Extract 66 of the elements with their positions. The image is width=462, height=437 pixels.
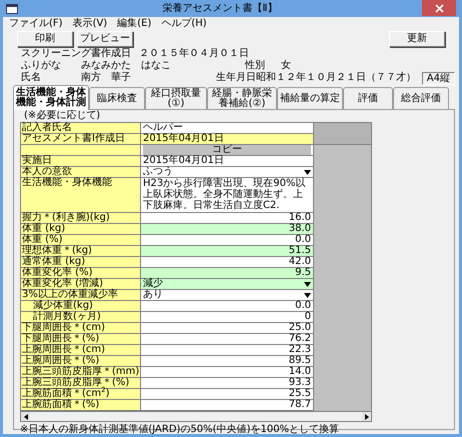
field-label: 体重変化率 (%): [21, 268, 141, 278]
menu-item[interactable]: ヘルプ(H): [161, 18, 207, 30]
tab[interactable]: 総合評価: [393, 87, 449, 109]
field-label: 理想体重＊(kg): [21, 246, 141, 256]
field-label: 性別: [245, 60, 265, 72]
tab[interactable]: 経腸・静脈栄養補給(②): [207, 87, 277, 109]
field-label: 生年月日: [216, 72, 256, 84]
field-label: 生活機能・身体機能: [21, 178, 141, 212]
toolbar-button[interactable]: 印刷: [17, 31, 73, 47]
field-label: ふりがな: [21, 60, 62, 72]
tab[interactable]: 補給量の算定: [277, 87, 343, 109]
field-label: 握力＊(利き腕)(kg): [21, 213, 141, 223]
field-value: みなみかた はなこ: [81, 60, 171, 72]
tab[interactable]: 生活機能・身体機能・身体計測: [13, 85, 89, 110]
tab[interactable]: 評価: [343, 87, 393, 109]
close-icon: [434, 4, 444, 12]
value-cell[interactable]: 38.0: [141, 224, 313, 234]
field-label: 3%以上の体重減少率: [21, 290, 141, 300]
right-arrow-icon[interactable]: [364, 414, 368, 420]
field-label: 体重 (%): [21, 235, 141, 245]
close-button[interactable]: [422, 0, 456, 16]
window-title: 栄養アセスメント書【Ⅱ】: [162, 2, 278, 14]
field-label: 下腿周囲長＊(cm): [21, 323, 141, 333]
field-label: 上腕周囲長＊(%): [21, 356, 141, 366]
field-value: ２０１５年０４月０１日: [139, 48, 249, 60]
field-label: 下腿周囲長＊(%): [21, 334, 141, 344]
menu-item[interactable]: ファイル(F): [9, 18, 63, 30]
value-cell[interactable]: 51.5: [141, 246, 313, 256]
paper-size-field[interactable]: A4縦: [422, 72, 455, 84]
window-icon: [6, 4, 18, 14]
field-label: 計測月数(ヶ月): [21, 312, 141, 322]
field-label: 通常体重 (kg): [21, 257, 141, 267]
menu-item[interactable]: 編集(E): [117, 18, 152, 30]
field-value: 女: [281, 60, 291, 72]
dropdown-arrow-icon[interactable]: [304, 170, 311, 174]
toolbar-button[interactable]: 更新: [389, 31, 445, 47]
note-text: (※必要に応じて): [24, 110, 102, 122]
dropdown-field[interactable]: 減少: [141, 279, 313, 289]
footnote-text: ※日本人の新身体計測基準値(JARD)の50%(中央値)を100%として換算: [20, 424, 340, 436]
field-label: 氏名: [21, 72, 42, 84]
field-label: スクリーニング書作成日: [21, 48, 131, 60]
field-label: 上腕周囲長＊(cm): [21, 345, 141, 355]
dropdown-field[interactable]: あり: [141, 290, 313, 300]
field-value: 南方 華子: [81, 72, 131, 84]
tab[interactable]: 経口摂取量(①): [145, 87, 207, 109]
field-value: 昭和１２年１０月２１日（７７才）: [256, 72, 416, 84]
horizontal-scrollbar[interactable]: [20, 412, 372, 422]
field-label: 上腕三頭筋皮脂厚＊(%): [21, 378, 141, 388]
field-label: 上腕筋面積＊(cm$^{2}$): [21, 389, 141, 399]
field-label: 減少体重(kg): [21, 301, 141, 311]
field-label: 本人の意欲: [21, 167, 141, 177]
value-cell[interactable]: 2015年04月01日: [141, 134, 313, 144]
value-cell[interactable]: 9.5: [141, 268, 313, 278]
dropdown-field[interactable]: ふつう: [141, 167, 313, 177]
menu-item[interactable]: 表示(V): [72, 18, 108, 30]
field-label: 上腕筋面積＊(%): [21, 400, 141, 410]
tab[interactable]: 臨床検査: [89, 87, 145, 109]
left-arrow-icon[interactable]: [24, 414, 28, 420]
field-label: 実施日: [21, 156, 141, 166]
copy-button[interactable]: コピー: [143, 145, 311, 155]
field-label: 体重変化率 (増減): [21, 279, 141, 289]
field-label: 記入者氏名: [21, 123, 141, 133]
field-label: アセスメント書Ⅰ作成日: [21, 134, 141, 144]
toolbar-button[interactable]: プレビュー: [77, 31, 133, 47]
field-label: 上腕三頭筋皮脂厚＊(mm): [21, 367, 141, 377]
field-label: 体重 (kg): [21, 224, 141, 234]
